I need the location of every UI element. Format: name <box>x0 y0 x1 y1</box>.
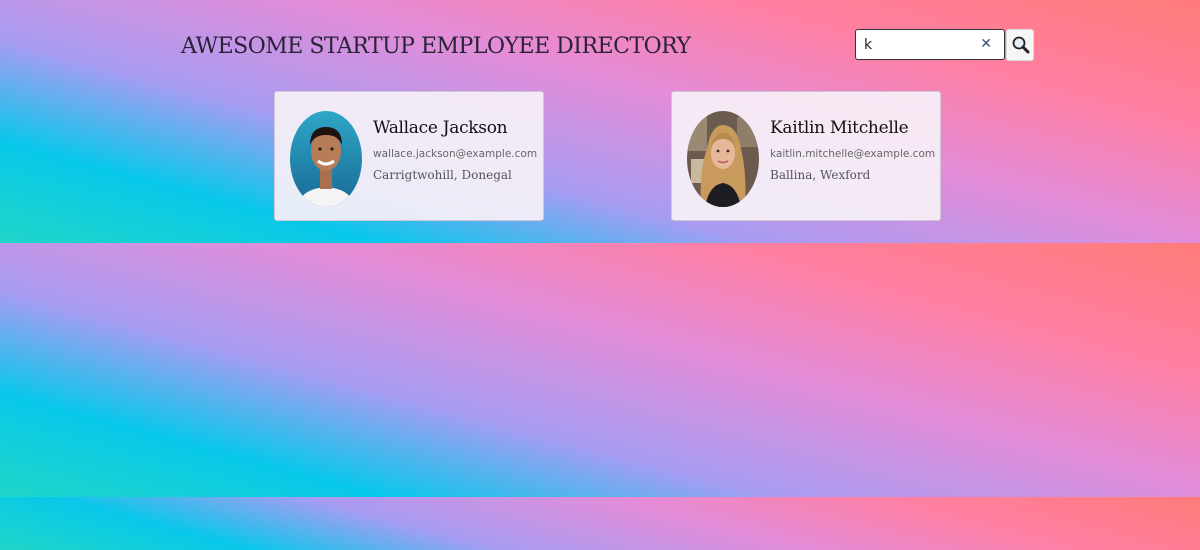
search-input[interactable] <box>864 34 974 56</box>
avatar <box>290 111 362 207</box>
employee-location: Ballina, Wexford <box>770 168 871 182</box>
search-box: ✕ <box>855 29 1005 60</box>
employee-location: Carrigtwohill, Donegal <box>373 168 512 182</box>
page-title: AWESOME STARTUP EMPLOYEE DIRECTORY <box>181 34 691 59</box>
search-button[interactable] <box>1006 29 1034 61</box>
employee-card[interactable]: Kaitlin Mitchelle kaitlin.mitchelle@exam… <box>671 91 941 221</box>
employee-name: Wallace Jackson <box>373 118 508 138</box>
avatar <box>687 111 759 207</box>
magnifier-icon <box>1012 36 1030 54</box>
background-band-middle <box>0 243 1200 497</box>
employee-email: wallace.jackson@example.com <box>373 148 538 160</box>
employee-email: kaitlin.mitchelle@example.com <box>770 148 936 160</box>
background-band-bottom <box>0 497 1200 550</box>
clear-search-icon[interactable]: ✕ <box>980 36 992 52</box>
employee-card[interactable]: Wallace Jackson wallace.jackson@example.… <box>274 91 544 221</box>
employee-name: Kaitlin Mitchelle <box>770 118 909 138</box>
